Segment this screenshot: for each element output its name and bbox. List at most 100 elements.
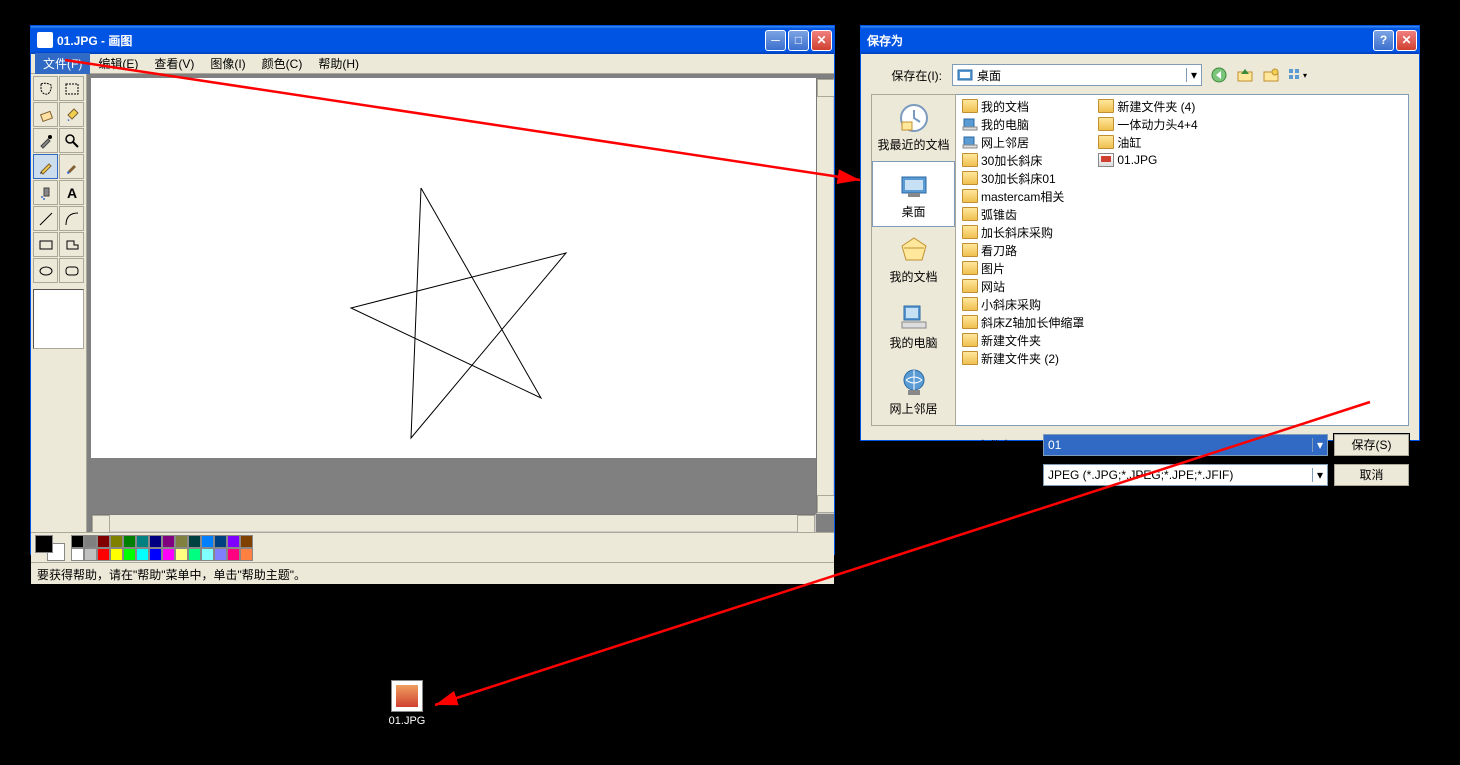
place-我的电脑[interactable]: 我的电脑 [872,293,955,359]
place-我最近的文档[interactable]: 我最近的文档 [872,95,955,161]
menu-view[interactable]: 查看(V) [146,53,202,74]
close-button[interactable]: ✕ [811,30,832,51]
color-swatch[interactable] [175,548,188,561]
color-swatch[interactable] [71,535,84,548]
file-item[interactable]: 新建文件夹 (4) [1098,97,1211,115]
file-item[interactable]: 图片 [962,259,1098,277]
menu-file[interactable]: 文件(F) [35,53,90,74]
savein-combo[interactable]: 桌面 ▾ [952,64,1202,86]
color-swatch[interactable] [149,548,162,561]
color-swatch[interactable] [201,548,214,561]
maximize-button[interactable]: □ [788,30,809,51]
desktop-file-01jpg[interactable]: 01.JPG [377,680,437,727]
horizontal-scrollbar[interactable] [91,514,816,532]
help-button[interactable]: ? [1373,30,1394,51]
color-swatch[interactable] [162,535,175,548]
color-swatch[interactable] [97,548,110,561]
up-folder-icon[interactable] [1234,64,1256,86]
tool-text[interactable]: A [59,180,84,205]
menu-help[interactable]: 帮助(H) [310,53,367,74]
tool-eraser[interactable] [33,102,58,127]
tool-free-select[interactable] [33,76,58,101]
canvas-area [87,74,834,532]
color-swatch[interactable] [227,535,240,548]
color-swatch[interactable] [123,548,136,561]
paint-titlebar[interactable]: 01.JPG - 画图 ─ □ ✕ [31,26,834,54]
tool-brush[interactable] [59,154,84,179]
vertical-scrollbar[interactable] [816,78,834,514]
file-item[interactable]: mastercam相关 [962,187,1098,205]
color-swatch[interactable] [201,535,214,548]
color-swatch[interactable] [149,535,162,548]
fg-bg-colors[interactable] [35,535,65,561]
color-swatch[interactable] [175,535,188,548]
saveas-titlebar[interactable]: 保存为 ? ✕ [861,26,1419,54]
dropdown-arrow-icon: ▾ [1186,68,1197,82]
color-swatch[interactable] [214,548,227,561]
color-swatch[interactable] [110,535,123,548]
tool-pencil[interactable] [33,154,58,179]
color-swatch[interactable] [84,548,97,561]
file-item[interactable]: 加长斜床采购 [962,223,1098,241]
tool-polygon[interactable] [59,232,84,257]
file-item[interactable]: 我的文档 [962,97,1098,115]
tool-line[interactable] [33,206,58,231]
save-button[interactable]: 保存(S) [1334,434,1409,456]
color-swatch[interactable] [188,535,201,548]
color-swatch[interactable] [136,535,149,548]
file-item[interactable]: 网站 [962,277,1098,295]
file-item[interactable]: 斜床Z轴加长伸缩罩 [962,313,1098,331]
minimize-button[interactable]: ─ [765,30,786,51]
filename-input[interactable]: 01 ▾ [1043,434,1328,456]
file-item[interactable]: 30加长斜床01 [962,169,1098,187]
file-item[interactable]: 新建文件夹 (2) [962,349,1098,367]
tool-curve[interactable] [59,206,84,231]
tool-ellipse[interactable] [33,258,58,283]
color-swatch[interactable] [240,535,253,548]
color-swatch[interactable] [162,548,175,561]
saveas-close-button[interactable]: ✕ [1396,30,1417,51]
tool-fill[interactable] [59,102,84,127]
jpg-file-icon [391,680,423,712]
file-item[interactable]: 小斜床采购 [962,295,1098,313]
file-item[interactable]: 30加长斜床 [962,151,1098,169]
place-网上邻居[interactable]: 网上邻居 [872,359,955,425]
color-swatch[interactable] [71,548,84,561]
tool-rect-select[interactable] [59,76,84,101]
filetype-combo[interactable]: JPEG (*.JPG;*.JPEG;*.JPE;*.JFIF) ▾ [1043,464,1328,486]
place-我的文档[interactable]: 我的文档 [872,227,955,293]
file-item[interactable]: 新建文件夹 [962,331,1098,349]
back-icon[interactable] [1208,64,1230,86]
file-item[interactable]: 看刀路 [962,241,1098,259]
color-swatch[interactable] [136,548,149,561]
color-swatch[interactable] [84,535,97,548]
color-swatch[interactable] [123,535,136,548]
tool-rectangle[interactable] [33,232,58,257]
color-swatch[interactable] [214,535,227,548]
tool-rounded-rect[interactable] [59,258,84,283]
file-list[interactable]: 我的文档我的电脑网上邻居30加长斜床30加长斜床01mastercam相关弧锥齿… [956,94,1409,426]
view-menu-icon[interactable]: ▾ [1286,64,1308,86]
place-桌面[interactable]: 桌面 [872,161,955,227]
color-swatch[interactable] [240,548,253,561]
color-swatch[interactable] [188,548,201,561]
menu-image[interactable]: 图像(I) [202,53,253,74]
paint-canvas[interactable] [91,78,821,458]
file-item[interactable]: 我的电脑 [962,115,1098,133]
new-folder-icon[interactable] [1260,64,1282,86]
file-item[interactable]: 01.JPG [1098,151,1211,169]
color-swatch[interactable] [227,548,240,561]
color-swatch[interactable] [97,535,110,548]
menu-colors[interactable]: 颜色(C) [254,53,311,74]
cancel-button[interactable]: 取消 [1334,464,1409,486]
tool-magnifier[interactable] [59,128,84,153]
menu-edit[interactable]: 编辑(E) [90,53,146,74]
tool-picker[interactable] [33,128,58,153]
tool-airbrush[interactable] [33,180,58,205]
color-swatch[interactable] [110,548,123,561]
file-item[interactable]: 网上邻居 [962,133,1098,151]
file-item[interactable]: 油缸 [1098,133,1211,151]
file-item[interactable]: 弧锥齿 [962,205,1098,223]
place-label: 我的电脑 [889,334,937,351]
file-item[interactable]: 一体动力头4+4 [1098,115,1211,133]
